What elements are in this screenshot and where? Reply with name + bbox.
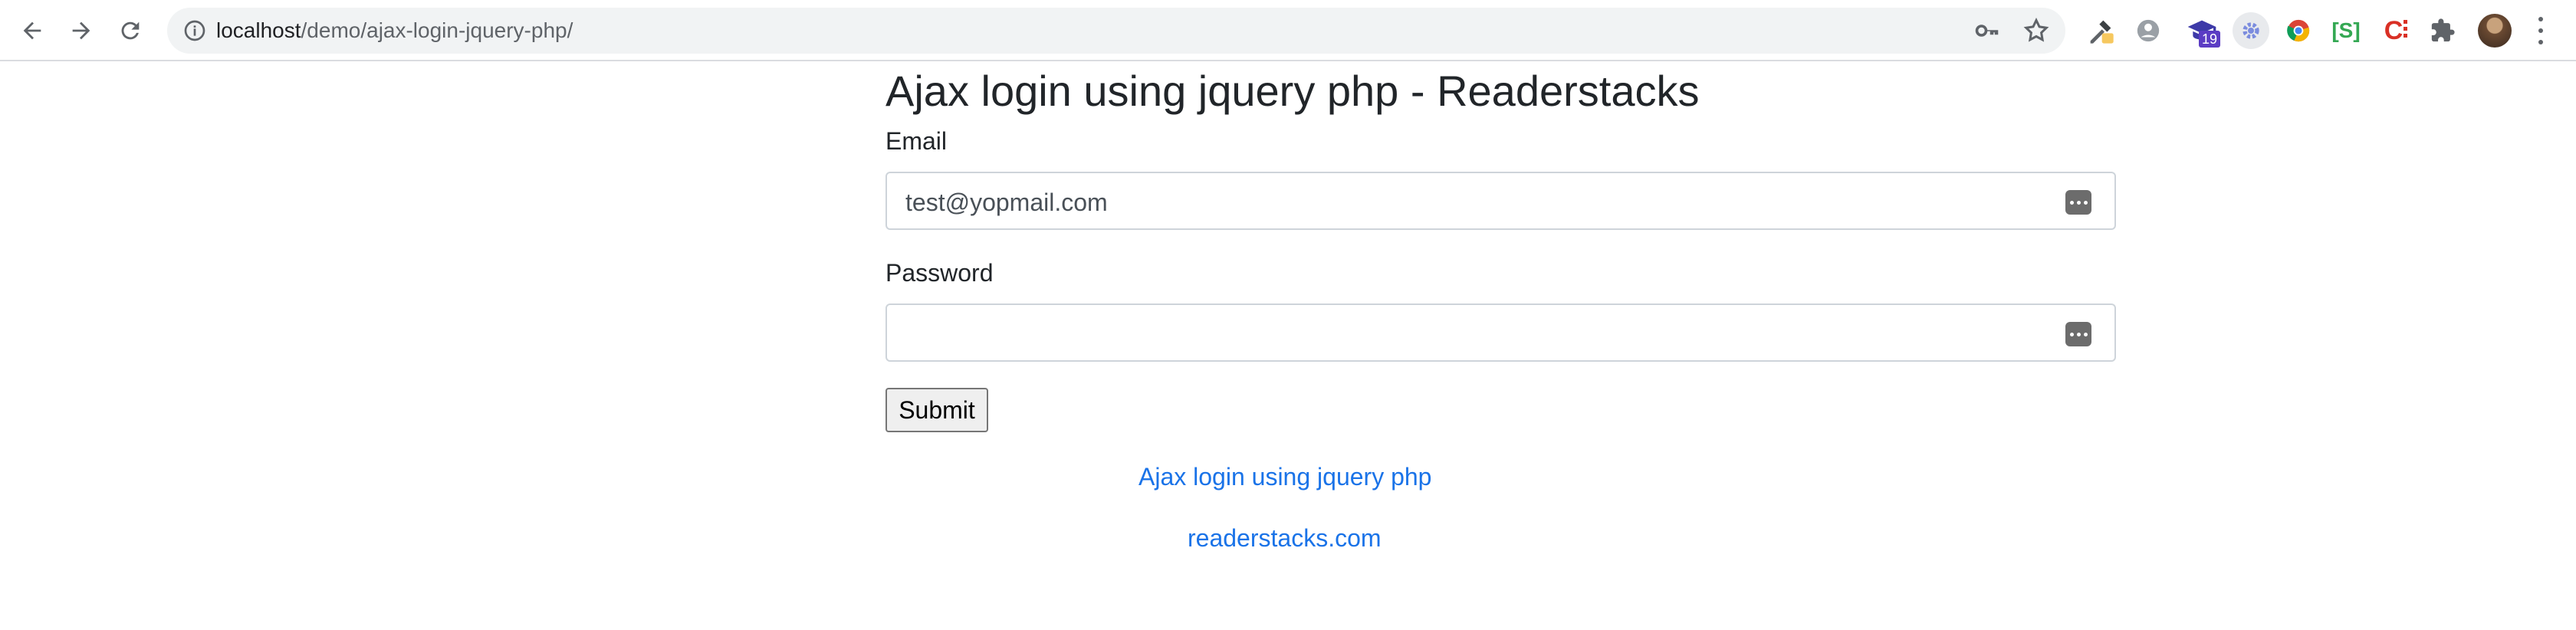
s-extension[interactable]: [S] (2331, 15, 2361, 46)
address-bar[interactable]: localhost/demo/ajax-login-jquery-php/ (167, 8, 2065, 54)
puzzle-icon (2431, 18, 2455, 42)
ajax-login-link[interactable]: Ajax login using jquery php (1138, 461, 1431, 492)
forward-icon (72, 21, 90, 40)
forward-button[interactable] (63, 12, 100, 49)
key-icon[interactable] (1973, 17, 2001, 44)
password-label: Password (886, 259, 994, 287)
url-path: /demo/ajax-login-jquery-php/ (301, 18, 573, 42)
profile-icon (2137, 19, 2160, 42)
profile-extension[interactable] (2133, 15, 2164, 46)
gear-icon (2242, 22, 2259, 39)
back-button[interactable] (14, 12, 51, 49)
chrome-extension[interactable] (2283, 15, 2314, 46)
graduation-extension[interactable]: 19 (2187, 15, 2221, 48)
star-icon[interactable] (2022, 17, 2050, 44)
c-extension[interactable]: C (2378, 15, 2409, 46)
email-value: test@yopmail.com (905, 189, 1108, 216)
s-icon: [S] (2331, 18, 2361, 42)
email-field[interactable]: test@yopmail.com (886, 172, 2116, 230)
page-title: Ajax login using jquery php - Readerstac… (886, 67, 1700, 115)
browser-toolbar: localhost/demo/ajax-login-jquery-php/ 19… (0, 0, 2576, 61)
url-host: localhost (216, 18, 301, 42)
password-manager-icon[interactable] (2065, 190, 2091, 215)
url-text[interactable]: localhost/demo/ajax-login-jquery-php/ (216, 18, 573, 43)
back-icon (23, 21, 41, 40)
info-icon[interactable] (182, 18, 207, 43)
password-manager-icon[interactable] (2065, 322, 2091, 346)
c-dots (2404, 20, 2407, 24)
password-field[interactable] (886, 304, 2116, 362)
reload-button[interactable] (112, 12, 149, 49)
extensions-button[interactable] (2427, 15, 2458, 46)
readerstacks-link[interactable]: readerstacks.com (1188, 523, 1382, 553)
menu-icon[interactable] (2532, 14, 2550, 48)
extension-badge: 19 (2199, 31, 2221, 48)
reload-icon (121, 21, 140, 40)
c-icon: C (2384, 15, 2404, 45)
submit-button[interactable]: Submit (886, 388, 988, 432)
eyedropper-extension[interactable] (2085, 15, 2116, 46)
eyedropper-icon (2090, 20, 2114, 44)
chrome-icon (2287, 19, 2310, 42)
avatar[interactable] (2478, 14, 2512, 48)
email-label: Email (886, 127, 948, 155)
gear-extension[interactable] (2233, 12, 2269, 49)
